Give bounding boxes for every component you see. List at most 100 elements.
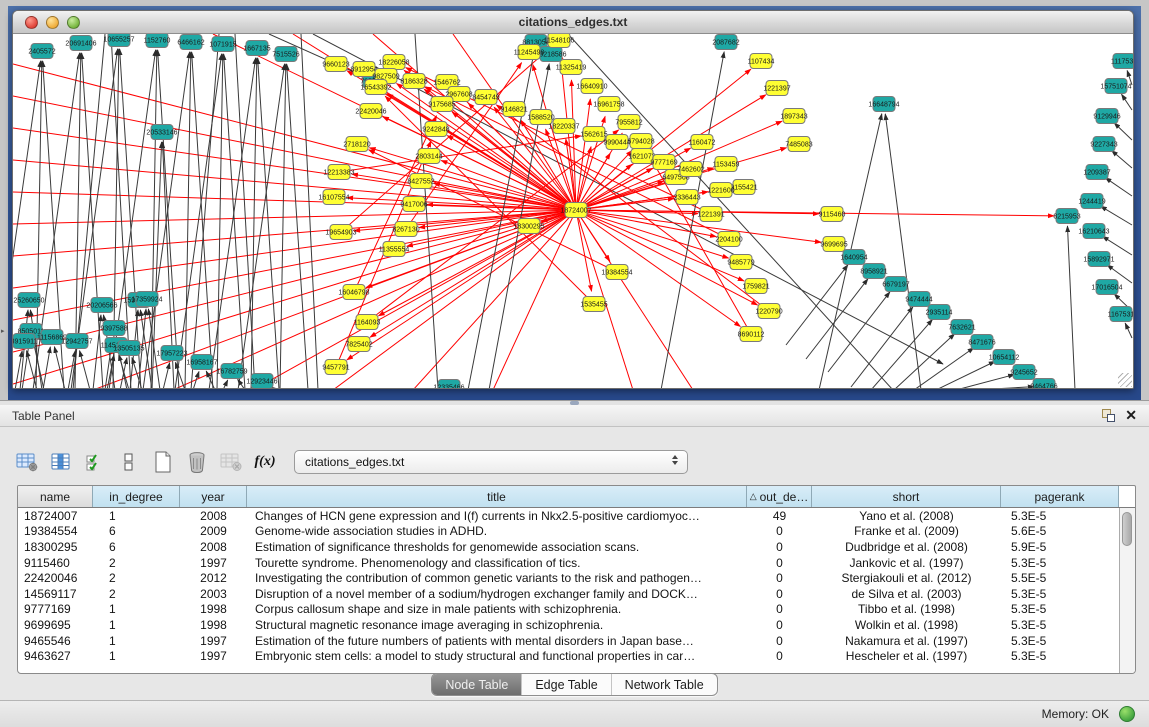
- graph-node[interactable]: 22420046: [355, 104, 386, 119]
- cell-in_degree[interactable]: 2: [93, 556, 180, 570]
- cell-year[interactable]: 1998: [180, 618, 247, 632]
- graph-node[interactable]: 18724007: [560, 203, 591, 218]
- graph-node[interactable]: 1209387: [1083, 165, 1110, 180]
- cell-pagerank[interactable]: 5.9E-5: [1001, 540, 1119, 554]
- graph-node[interactable]: 6794028: [627, 134, 654, 149]
- graph-node[interactable]: 9699695: [820, 237, 847, 252]
- cell-title[interactable]: Investigating the contribution of common…: [247, 571, 747, 585]
- graph-node[interactable]: 1160472: [689, 135, 716, 150]
- graph-node[interactable]: 7825402: [345, 337, 372, 352]
- graph-node[interactable]: 6679197: [882, 277, 909, 292]
- cell-out_de[interactable]: 0: [747, 618, 812, 632]
- cell-name[interactable]: 9465546: [18, 634, 93, 648]
- network-window-titlebar[interactable]: citations_edges.txt: [13, 11, 1133, 34]
- graph-node[interactable]: 20206566: [86, 298, 117, 313]
- cell-name[interactable]: 9463627: [18, 649, 93, 663]
- cell-pagerank[interactable]: 5.6E-5: [1001, 524, 1119, 538]
- graph-node[interactable]: 17957223: [156, 346, 187, 361]
- cell-year[interactable]: 2008: [180, 540, 247, 554]
- cell-pagerank[interactable]: 5.5E-5: [1001, 571, 1119, 585]
- graph-node[interactable]: 7955812: [615, 115, 642, 130]
- column-header-pagerank[interactable]: pagerank: [1001, 486, 1119, 507]
- window-resize-grip[interactable]: [1118, 373, 1132, 387]
- graph-node[interactable]: 1221600: [707, 183, 734, 198]
- graph-node[interactable]: 19384554: [601, 265, 632, 280]
- cell-title[interactable]: Estimation of significance thresholds fo…: [247, 540, 747, 554]
- graph-node[interactable]: 1071915: [209, 37, 236, 52]
- table-row[interactable]: 1456911722003Disruption of a novel membe…: [18, 586, 1119, 602]
- graph-node[interactable]: 8690112: [738, 327, 765, 342]
- cell-pagerank[interactable]: 5.3E-5: [1001, 556, 1119, 570]
- graph-node[interactable]: 20533146: [146, 125, 177, 140]
- table-row[interactable]: 1938455462009Genome-wide association stu…: [18, 524, 1119, 540]
- graph-node[interactable]: 16107554: [318, 190, 349, 205]
- graph-node[interactable]: 1221397: [763, 81, 790, 96]
- row-height-icon[interactable]: [116, 449, 142, 475]
- graph-node[interactable]: 2405572: [28, 44, 55, 59]
- graph-node[interactable]: 3915911: [13, 334, 37, 349]
- graph-node[interactable]: 1640954: [840, 250, 867, 265]
- graph-node[interactable]: 11245498: [514, 45, 545, 60]
- graph-node[interactable]: 2336443: [673, 190, 700, 205]
- cell-short[interactable]: Wolkin et al. (1998): [812, 618, 1001, 632]
- network-canvas[interactable]: 2405572206914061065525711527606466162107…: [13, 34, 1133, 388]
- cell-year[interactable]: 1997: [180, 649, 247, 663]
- cell-title[interactable]: Disruption of a novel member of a sodium…: [247, 587, 747, 601]
- graph-node[interactable]: 9397588: [100, 321, 127, 336]
- cell-in_degree[interactable]: 1: [93, 618, 180, 632]
- graph-node[interactable]: 8471676: [968, 335, 995, 350]
- graph-node[interactable]: 1164093: [354, 315, 381, 330]
- cell-out_de[interactable]: 0: [747, 556, 812, 570]
- graph-node[interactable]: 12213383: [323, 165, 354, 180]
- graph-node[interactable]: 11548106: [544, 34, 575, 48]
- cell-short[interactable]: Dudbridge et al. (2008): [812, 540, 1001, 554]
- graph-node[interactable]: 6466162: [177, 35, 204, 50]
- network-graph-svg[interactable]: 2405572206914061065525711527606466162107…: [13, 34, 1133, 388]
- graph-node[interactable]: 20691406: [65, 36, 96, 51]
- cell-short[interactable]: Jankovic et al. (1997): [812, 556, 1001, 570]
- graph-node[interactable]: 9417006: [400, 197, 427, 212]
- graph-node[interactable]: 16648794: [868, 97, 899, 112]
- column-header-title[interactable]: title: [247, 486, 747, 507]
- graph-node[interactable]: 12923446: [246, 374, 277, 389]
- graph-node[interactable]: 1759821: [742, 279, 769, 294]
- graph-node[interactable]: 10655257: [103, 34, 134, 47]
- graph-node[interactable]: 1897343: [780, 109, 807, 124]
- graph-node[interactable]: 17359924: [131, 292, 162, 307]
- graph-node[interactable]: 1153459: [713, 157, 740, 172]
- graph-node[interactable]: 16543392: [360, 80, 391, 95]
- graph-node[interactable]: 1220790: [755, 304, 782, 319]
- graph-node[interactable]: 2935114: [926, 305, 953, 320]
- cell-name[interactable]: 9777169: [18, 602, 93, 616]
- table-row[interactable]: 1830029562008Estimation of significance …: [18, 539, 1119, 555]
- table-row[interactable]: 946554611997Estimation of the future num…: [18, 633, 1119, 649]
- cell-short[interactable]: Nakamura et al. (1997): [812, 634, 1001, 648]
- cell-out_de[interactable]: 0: [747, 602, 812, 616]
- graph-node[interactable]: 9146821: [500, 102, 527, 117]
- close-panel-icon[interactable]: ✕: [1125, 409, 1137, 422]
- table-row[interactable]: 2242004622012Investigating the contribut…: [18, 570, 1119, 586]
- cell-short[interactable]: Yano et al. (2008): [812, 509, 1001, 523]
- graph-node[interactable]: 10654112: [989, 350, 1020, 365]
- graph-node[interactable]: 13505135: [113, 341, 144, 356]
- graph-node[interactable]: 18220337: [548, 119, 579, 134]
- graph-node[interactable]: 2204100: [715, 232, 742, 247]
- cell-title[interactable]: Changes of HCN gene expression and I(f) …: [247, 509, 747, 523]
- cell-year[interactable]: 2008: [180, 509, 247, 523]
- graph-node[interactable]: 9660123: [322, 57, 349, 72]
- cell-name[interactable]: 9699695: [18, 618, 93, 632]
- cell-in_degree[interactable]: 1: [93, 509, 180, 523]
- cell-short[interactable]: Hescheler et al. (1997): [812, 649, 1001, 663]
- graph-node[interactable]: 9474444: [905, 292, 932, 307]
- vertical-scrollbar[interactable]: [1119, 508, 1135, 673]
- cell-out_de[interactable]: 0: [747, 540, 812, 554]
- cell-year[interactable]: 2003: [180, 587, 247, 601]
- column-header-out_de[interactable]: △out_de…: [747, 486, 812, 507]
- graph-node[interactable]: 18300295: [513, 219, 544, 234]
- cell-name[interactable]: 9115460: [18, 556, 93, 570]
- graph-node[interactable]: 8427552: [407, 174, 434, 189]
- graph-node[interactable]: 2087682: [712, 35, 739, 50]
- graph-node[interactable]: 7485083: [785, 137, 812, 152]
- panel-collapse-arrow-icon[interactable]: ▸: [1, 328, 7, 336]
- new-table-icon[interactable]: [150, 449, 176, 475]
